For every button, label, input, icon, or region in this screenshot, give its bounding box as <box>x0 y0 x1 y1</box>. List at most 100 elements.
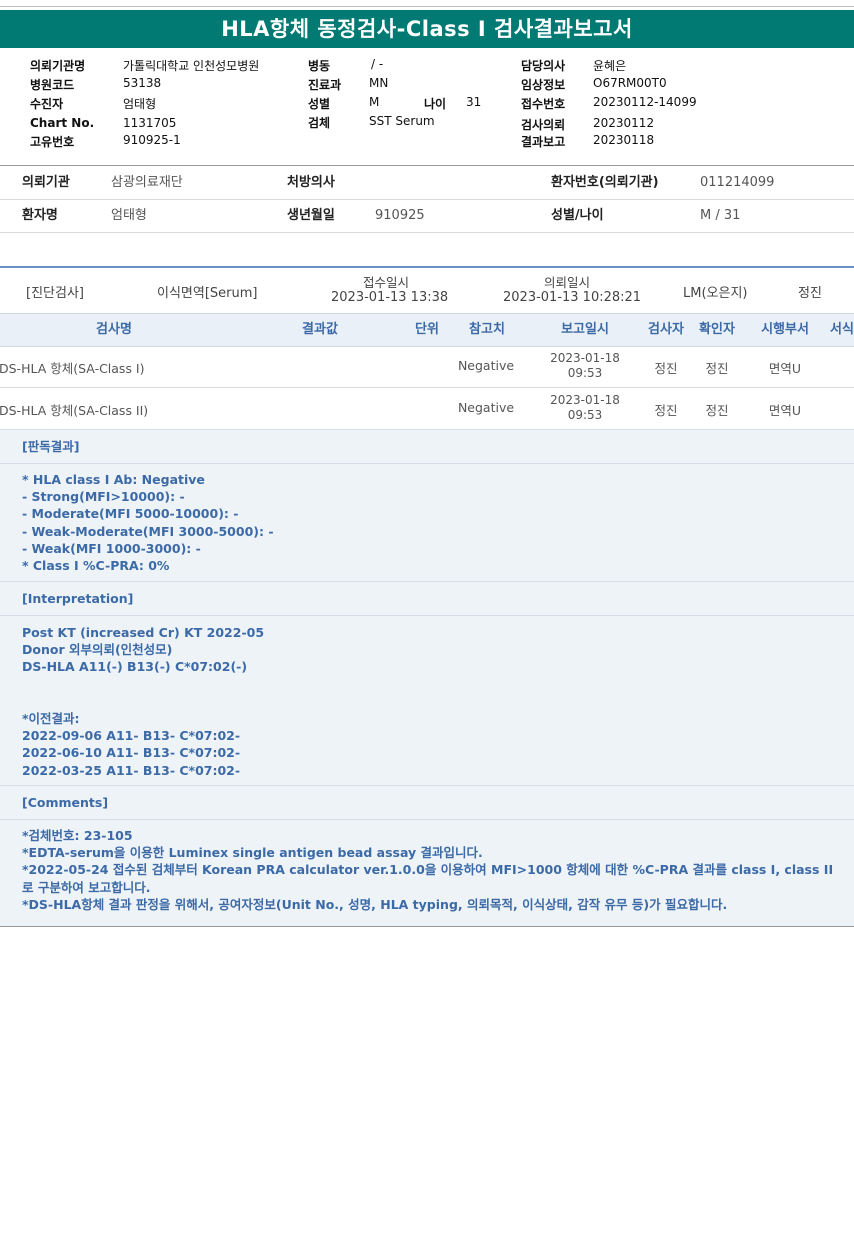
interpretation-line: 2022-06-10 A11- B13- C*07:02- <box>22 745 241 761</box>
comment-line: *EDTA-serum을 이용한 Luminex single antigen … <box>22 845 483 861</box>
column-header-form: 서식 <box>830 322 854 337</box>
column-header-test-name: 검사명 <box>96 322 132 337</box>
header-value-test-request: 20230112 <box>593 116 655 130</box>
header-value-receipt-no: 20230112-14099 <box>593 95 697 109</box>
info-label-birthdate: 생년월일 <box>287 208 335 223</box>
section-body-reading: * HLA class I Ab: Negative - Strong(MFI>… <box>22 471 842 574</box>
comment-line: *검체번호: 23-105 <box>22 828 133 843</box>
report-date: 2023-01-18 <box>550 351 620 365</box>
section-divider <box>0 266 854 268</box>
interpretation-line <box>22 676 842 693</box>
header-label-institution: 의뢰기관명 <box>30 59 86 73</box>
comment-line: *2022-05-24 접수된 검체부터 Korean PRA calculat… <box>22 862 834 895</box>
reading-line: * Class I %C-PRA: 0% <box>22 558 170 574</box>
info-label-prescriber: 처방의사 <box>287 175 335 190</box>
interpretation-line <box>22 693 842 710</box>
column-header-dept: 시행부서 <box>761 322 809 337</box>
column-header-unit: 단위 <box>415 322 439 337</box>
section-header-reading: [판독결과] <box>0 429 854 464</box>
info-label-patient-name: 환자명 <box>22 208 58 223</box>
header-value-clinical-info: O67RM00T0 <box>593 76 667 90</box>
order-department: 이식면역[Serum] <box>157 286 258 301</box>
report-bottom-border <box>0 926 854 927</box>
requested-label: 의뢰일시 <box>544 275 591 290</box>
report-date: 2023-01-18 <box>550 393 620 407</box>
header-value-hospital-code: 53138 <box>123 76 162 90</box>
header-label-result-report: 결과보고 <box>521 135 566 149</box>
header-label-test-request: 검사의뢰 <box>521 118 566 132</box>
header-label-specimen: 검체 <box>308 116 331 130</box>
performing-dept: 면역U <box>768 403 802 418</box>
confirmer: 정진 <box>705 403 729 418</box>
header-value-chart-no: 1131705 <box>123 116 177 130</box>
reading-line: - Strong(MFI>10000): - <box>22 489 185 505</box>
section-body-comments: *검체번호: 23-105 *EDTA-serum을 이용한 Luminex s… <box>22 827 842 913</box>
reading-line: - Weak-Moderate(MFI 3000-5000): - <box>22 523 274 539</box>
order-category: [진단검사] <box>26 286 84 301</box>
header-label-clinical-info: 임상정보 <box>521 78 566 92</box>
header-value-institution: 가톨릭대학교 인천성모병원 <box>123 59 260 73</box>
interpretation-line: DS-HLA A11(-) B13(-) C*07:02(-) <box>22 659 248 675</box>
column-header-report-date: 보고일시 <box>561 322 609 337</box>
interpretation-line: Donor 외부의뢰(인천성모) <box>22 642 173 658</box>
reading-line: - Weak(MFI 1000-3000): - <box>22 540 201 556</box>
info-label-patient-no: 환자번호(의뢰기관) <box>551 175 659 190</box>
header-label-ward: 병동 <box>308 59 331 73</box>
reference-value: Negative <box>457 400 515 415</box>
header-label-sex: 성별 <box>308 97 331 111</box>
interpretation-line: Post KT (increased Cr) KT 2022-05 <box>22 625 265 640</box>
lab-manager: LM(오은지) <box>683 286 748 301</box>
header-value-patient: 엄태형 <box>123 97 157 111</box>
info-row-2: 환자명 엄태형 생년월일 910925 성별/나이 M / 31 <box>0 199 854 233</box>
header-value-ward: / - <box>371 57 384 71</box>
header-value-specimen: SST Serum <box>369 114 435 128</box>
column-header-tester: 검사자 <box>648 322 684 337</box>
info-value-institution: 삼광의료재단 <box>111 175 183 190</box>
report-time: 09:53 <box>567 408 603 422</box>
interpretation-line: 2022-03-25 A11- B13- C*07:02- <box>22 762 241 778</box>
table-row[interactable]: DS-HLA 항체(SA-Class II) Negative 2023-01-… <box>0 388 854 430</box>
header-value-age: 31 <box>466 95 482 109</box>
comment-line: *DS-HLA항체 결과 판정을 위해서, 공여자정보(Unit No., 성명… <box>22 896 728 912</box>
info-label-sex-age: 성별/나이 <box>551 208 604 223</box>
section-title-interpretation: [Interpretation] <box>22 591 134 606</box>
performing-dept: 면역U <box>768 361 802 376</box>
header-label-department: 진료과 <box>308 78 342 92</box>
header-value-unique-no: 910925-1 <box>123 133 181 147</box>
section-header-interpretation: [Interpretation] <box>0 581 854 616</box>
column-header-reference: 참고치 <box>469 322 505 337</box>
interpretation-line: *이전결과: <box>22 710 80 726</box>
header-value-department: MN <box>369 76 389 90</box>
requested-datetime: 2023-01-13 10:28:21 <box>503 290 642 305</box>
top-border <box>0 6 854 7</box>
column-header-confirmer: 확인자 <box>699 322 735 337</box>
info-label-institution: 의뢰기관 <box>22 175 70 190</box>
section-header-comments: [Comments] <box>0 785 854 820</box>
reference-value: Negative <box>457 358 515 373</box>
column-header-result: 결과값 <box>302 322 338 337</box>
header-label-patient: 수진자 <box>30 97 64 111</box>
header-label-doctor: 담당의사 <box>521 59 566 73</box>
table-row[interactable]: DS-HLA 항체(SA-Class I) Negative 2023-01-1… <box>0 346 854 388</box>
header-label-chart-no: Chart No. <box>30 116 95 130</box>
interpretation-line: 2022-09-06 A11- B13- C*07:02- <box>22 728 241 744</box>
info-value-patient-name: 엄태형 <box>111 208 147 223</box>
received-label: 접수일시 <box>363 275 410 290</box>
section-title-comments: [Comments] <box>22 795 109 810</box>
header-label-age: 나이 <box>424 97 447 111</box>
received-datetime: 2023-01-13 13:38 <box>331 290 449 305</box>
report-title: HLA항체 동정검사-Class I 검사결과보고서 <box>0 10 854 48</box>
report-time: 09:53 <box>567 366 603 380</box>
results-table-header: 검사명 결과값 단위 참고치 보고일시 검사자 확인자 시행부서 서식 <box>0 313 854 347</box>
header-value-sex: M <box>369 95 380 109</box>
reading-line: - Moderate(MFI 5000-10000): - <box>22 506 239 522</box>
test-name: DS-HLA 항체(SA-Class I) <box>0 361 145 376</box>
info-value-birthdate: 910925 <box>375 208 425 223</box>
info-value-patient-no: 011214099 <box>700 175 775 190</box>
info-row-1: 의뢰기관 삼광의료재단 처방의사 환자번호(의뢰기관) 011214099 <box>0 166 854 200</box>
section-body-interpretation: Post KT (increased Cr) KT 2022-05 Donor … <box>22 624 842 779</box>
tester: 정진 <box>654 361 678 376</box>
info-value-sex-age: M / 31 <box>700 208 741 223</box>
report-sections: [판독결과] * HLA class I Ab: Negative - Stro… <box>0 429 854 926</box>
test-name: DS-HLA 항체(SA-Class II) <box>0 403 149 418</box>
